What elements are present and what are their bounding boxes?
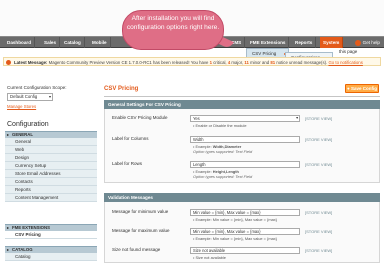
warning-icon [6, 59, 11, 65]
enable-module-select[interactable]: Yes ▾ [190, 115, 300, 122]
sidebar-item-content-management[interactable]: Content Management [5, 194, 97, 202]
size-not-found-note: • Size not available [193, 255, 226, 260]
sidebar-item-catalog[interactable]: Catalog [5, 253, 97, 261]
scope-label: Current Configuration Scope: [7, 85, 67, 90]
label-columns-label: Label for Columns [112, 136, 149, 141]
label-columns-input[interactable]: Width [190, 136, 300, 143]
nav-dashboard[interactable]: Dashboard [4, 37, 35, 48]
manage-stores-link[interactable]: Manage Stores [7, 104, 36, 109]
notice-count: 81 [270, 59, 276, 65]
sidebar-item-store-email-addresses[interactable]: Store Email Addresses [5, 170, 97, 178]
help-link[interactable]: Get help [354, 37, 380, 48]
page-title: CSV Pricing [104, 86, 139, 92]
notice-label: notice unread message(s). [276, 59, 328, 65]
save-config-button[interactable]: ● Save Config [345, 84, 379, 93]
section-validation-messages[interactable]: Validation Messages [104, 193, 380, 202]
notification-text: Latest Message: Magento Community Previe… [14, 60, 363, 65]
nav-system[interactable]: System [320, 37, 344, 48]
critical-label: critical, [213, 59, 227, 65]
chevron-down-icon: ▾ [48, 94, 51, 99]
sidebar-item-currency-setup[interactable]: Currency Setup [5, 162, 97, 170]
minor-label: minor and [250, 59, 270, 65]
scope-tag: [STORE VIEW] [305, 162, 333, 167]
message-body: Magento Community Preview Version CE 1.7… [48, 59, 190, 65]
label-columns-note-2: Option types supported: Text Field [193, 149, 253, 154]
size-not-found-input[interactable]: Size not available [190, 247, 300, 254]
scope-tag: [STORE VIEW] [305, 210, 333, 215]
message-tail: You have [190, 59, 209, 65]
sidebar-item-general[interactable]: General [5, 138, 97, 146]
min-value-message-label: Message for minimum value [112, 209, 169, 214]
sidebar-group-fme-extensions[interactable]: FME EXTENSIONS [5, 224, 97, 231]
critical-count: 1 [209, 59, 213, 65]
label-rows-note-2: Option types supported: Text Field [193, 174, 253, 179]
size-not-found-label: Size not found message [112, 247, 161, 252]
help-sub-label: this page [339, 49, 358, 54]
sidebar-group-catalog[interactable]: CATALOG [5, 246, 97, 253]
notifications-link[interactable]: Go to notifications [328, 60, 362, 65]
scope-select[interactable]: Default Config ▾ [7, 93, 53, 101]
scope-tag: [STORE VIEW] [305, 248, 333, 253]
enable-module-value: Yes [193, 116, 200, 121]
save-config-label: Save Config [350, 86, 377, 91]
scope-value: Default Config [10, 94, 38, 99]
section-general-settings[interactable]: General Settings For CSV Pricing [104, 100, 380, 109]
minor-count: 11 [244, 59, 249, 65]
nav-fme-extensions[interactable]: FME Extensions [247, 37, 290, 48]
scope-tag: [STORE VIEW] [305, 116, 333, 121]
configuration-title: Configuration [7, 121, 49, 128]
label-rows-input[interactable]: Length [190, 161, 300, 168]
major-count: 4 [227, 59, 231, 65]
major-label: major, [231, 59, 244, 65]
nav-mobile[interactable]: Mobile [89, 37, 111, 48]
max-value-message-note: • Example: Min value = {min}, Max value … [193, 236, 277, 241]
enable-module-note: • Enable or Disable the module [193, 123, 247, 128]
label-rows-label: Label for Rows [112, 161, 143, 166]
message-prefix: Latest Message: [14, 59, 48, 65]
nav-catalog[interactable]: Catalog [61, 37, 85, 48]
sidebar-item-reports[interactable]: Reports [5, 186, 97, 194]
scope-tag: [STORE VIEW] [305, 137, 333, 142]
chevron-down-icon: ▾ [296, 116, 298, 120]
title-divider [104, 96, 380, 97]
nav-reports[interactable]: Reports [292, 37, 317, 48]
min-value-message-input[interactable]: Min value = {min}, Max value = {max} [190, 209, 300, 216]
sidebar-item-design[interactable]: Design [5, 154, 97, 162]
help-label: Get help [362, 40, 380, 45]
nav-sales[interactable]: Sales [41, 37, 61, 48]
sidebar-item-contacts[interactable]: Contacts [5, 178, 97, 186]
notification-bar: Latest Message: Magento Community Previe… [3, 57, 381, 66]
max-value-message-input[interactable]: Min value = {min}, Max value = {max} [190, 228, 300, 235]
scope-tag: [STORE VIEW] [305, 229, 333, 234]
min-value-message-note: • Example: Min value = {min}, Max value … [193, 217, 277, 222]
enable-module-label: Enable CSV Pricing Module [112, 115, 168, 120]
sidebar-item-web[interactable]: Web [5, 146, 97, 154]
help-icon [354, 39, 361, 46]
sidebar-group-general[interactable]: GENERAL [5, 131, 97, 138]
callout-text: After installation you will find configu… [126, 15, 220, 31]
max-value-message-label: Message for maximum value [112, 228, 170, 233]
sidebar-item-csv-pricing[interactable]: CSV Pricing [5, 231, 97, 239]
